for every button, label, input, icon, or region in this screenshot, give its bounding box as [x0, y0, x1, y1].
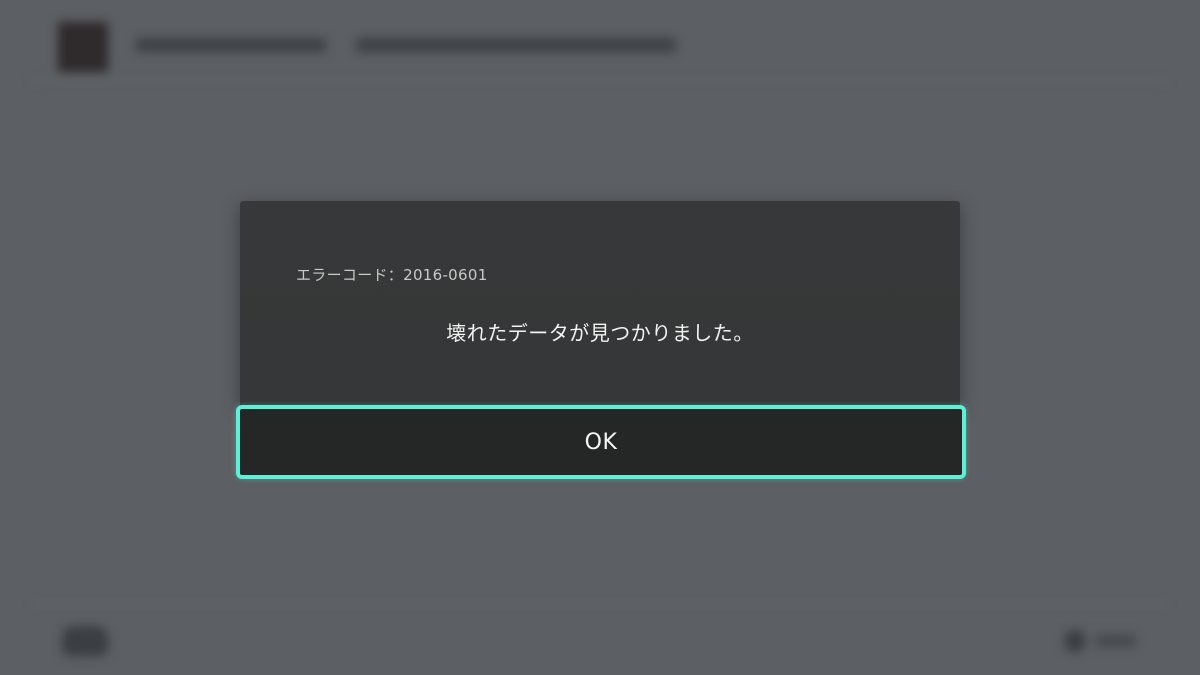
background-bottom-divider: [32, 603, 1168, 605]
error-code: エラーコード：2016-0601: [296, 266, 488, 284]
background-title-blurred: [136, 34, 676, 56]
background-top-divider: [32, 80, 1168, 82]
screen: エラーコード：2016-0601 壊れたデータが見つかりました。 OK: [0, 0, 1200, 675]
button-hint: [1064, 630, 1136, 652]
controller-icon: [62, 626, 108, 656]
ok-button[interactable]: OK: [236, 405, 966, 479]
ok-button-label: OK: [584, 429, 618, 455]
game-thumbnail-icon: [58, 22, 108, 72]
button-hint-icon: [1064, 630, 1086, 652]
error-message: 壊れたデータが見つかりました。: [446, 321, 754, 345]
button-hint-label-blurred: [1096, 635, 1136, 647]
error-dialog: エラーコード：2016-0601 壊れたデータが見つかりました。: [240, 201, 960, 406]
background-header: [0, 0, 1200, 80]
